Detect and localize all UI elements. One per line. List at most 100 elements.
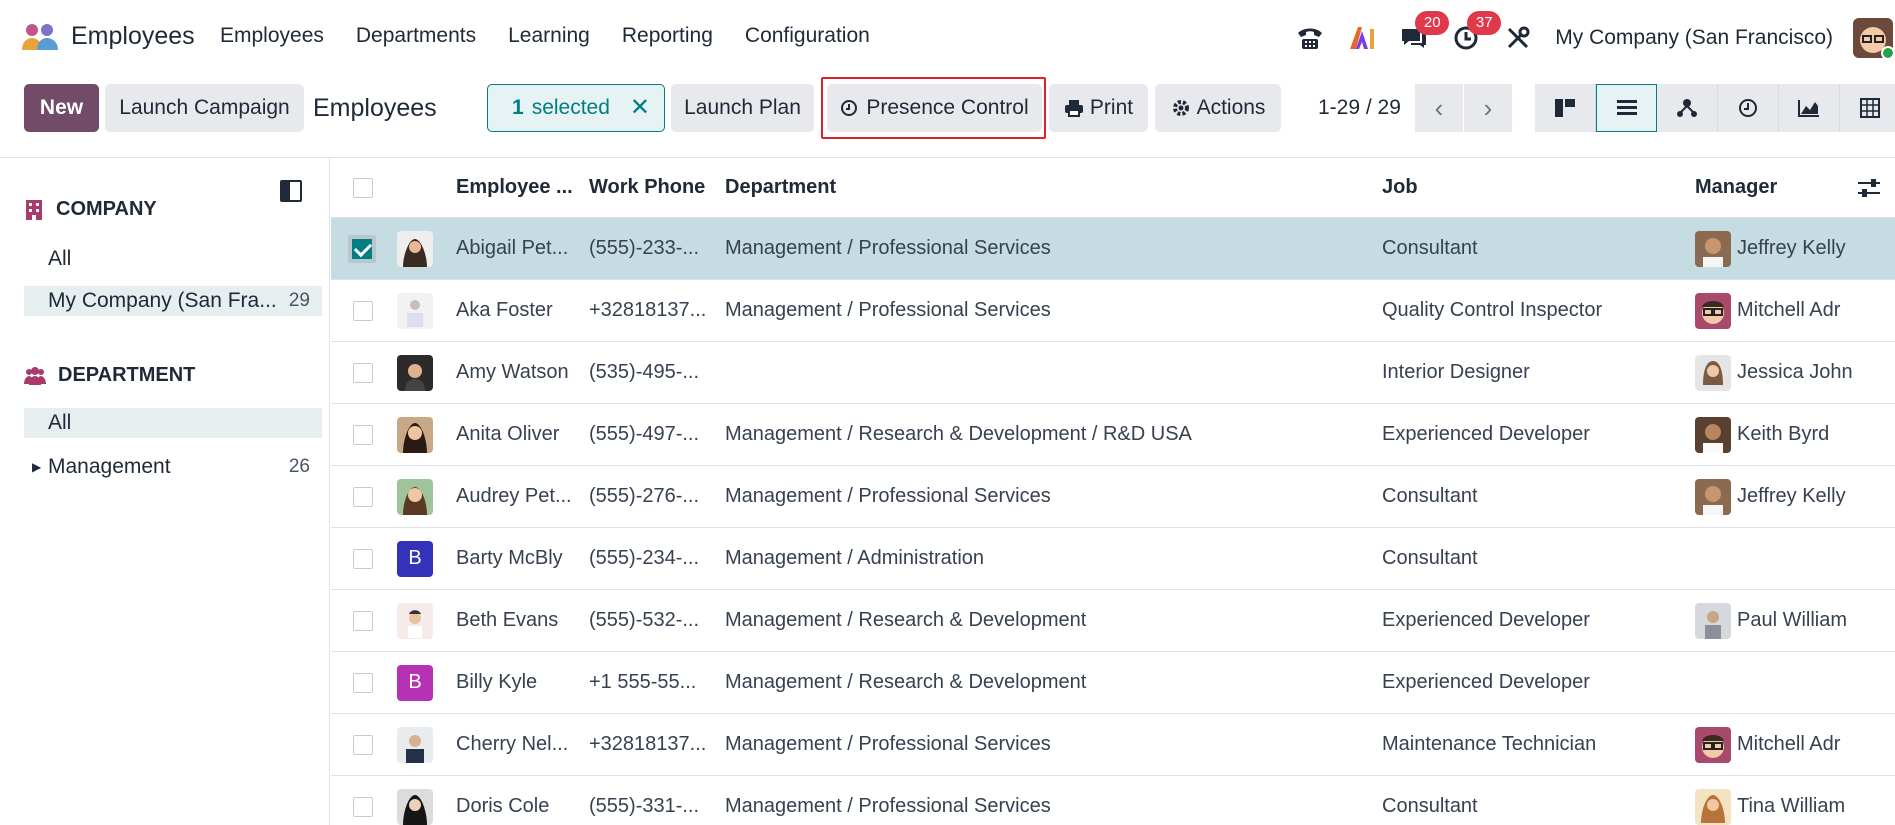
- employee-avatar: [397, 230, 433, 267]
- employee-initial-avatar: B: [397, 664, 433, 701]
- manager-avatar: [1695, 292, 1731, 329]
- systray: 20 37 My Company (San Francisco): [1295, 0, 1895, 76]
- launch-plan-button[interactable]: Launch Plan: [671, 84, 814, 132]
- breadcrumb: Employees: [313, 94, 437, 122]
- phone-icon[interactable]: [1295, 23, 1325, 53]
- actions-label: Actions: [1196, 96, 1266, 119]
- manager-avatar: [1695, 354, 1731, 391]
- manager-avatar: [1695, 230, 1731, 267]
- menu-learning[interactable]: Learning: [508, 24, 590, 48]
- menu-reporting[interactable]: Reporting: [622, 24, 713, 48]
- row-checkbox[interactable]: [353, 610, 373, 631]
- optional-columns-sliders-icon[interactable]: [1857, 178, 1881, 198]
- menu-configuration[interactable]: Configuration: [745, 24, 870, 48]
- print-label: Print: [1089, 96, 1134, 119]
- tools-icon[interactable]: [1503, 23, 1533, 53]
- control-panel: New Launch Campaign Employees 1 selected…: [0, 76, 1895, 158]
- table-row[interactable]: Cherry Nel... +32818137... Management / …: [331, 714, 1895, 776]
- sidebar-item-my-company[interactable]: My Company (San Fra... 29: [24, 286, 322, 316]
- manager-avatar: [1695, 602, 1731, 639]
- hierarchy-view-icon[interactable]: [1657, 84, 1718, 132]
- employee-avatar: [397, 416, 433, 453]
- manager-avatar: [1695, 416, 1731, 453]
- new-button[interactable]: New: [24, 84, 99, 132]
- sidebar-item-management[interactable]: ▶ Management 26: [24, 452, 322, 482]
- sidebar-item-company-all[interactable]: All: [24, 244, 322, 274]
- online-status-dot: [1881, 46, 1893, 58]
- manager-avatar: [1695, 726, 1731, 763]
- list-view-icon[interactable]: [1596, 84, 1657, 132]
- employee-avatar: [397, 788, 433, 825]
- employee-avatar: [397, 478, 433, 515]
- manager-avatar: [1695, 788, 1731, 825]
- users-icon: [24, 366, 46, 385]
- column-header-job[interactable]: Job: [1382, 176, 1672, 199]
- highlight-frame: [821, 77, 1046, 139]
- table-row[interactable]: Amy Watson (535)-495-... Interior Design…: [331, 342, 1895, 404]
- department-heading: DEPARTMENT: [24, 364, 195, 387]
- table-row[interactable]: Audrey Pet... (555)-276-... Management /…: [331, 466, 1895, 528]
- employee-avatar: [397, 602, 433, 639]
- employee-avatar: [397, 354, 433, 391]
- row-checkbox[interactable]: [353, 424, 373, 445]
- sidebar-toggle-icon[interactable]: [280, 180, 302, 202]
- table-row[interactable]: Beth Evans (555)-532-... Management / Re…: [331, 590, 1895, 652]
- company-switcher[interactable]: My Company (San Francisco): [1555, 26, 1833, 50]
- print-button[interactable]: Print: [1049, 84, 1148, 132]
- graph-view-icon[interactable]: [1779, 84, 1840, 132]
- company-heading: COMPANY: [24, 198, 157, 221]
- column-header-work-phone[interactable]: Work Phone: [589, 176, 709, 199]
- menu-departments[interactable]: Departments: [356, 24, 476, 48]
- app-name[interactable]: Employees: [71, 22, 195, 51]
- table-row[interactable]: B Barty McBly (555)-234-... Management /…: [331, 528, 1895, 590]
- row-checkbox[interactable]: [353, 672, 373, 693]
- manager-avatar: [1695, 478, 1731, 515]
- menu-employees[interactable]: Employees: [220, 24, 324, 48]
- pager-value[interactable]: 1-29 / 29: [1318, 96, 1401, 120]
- building-icon: [26, 199, 42, 220]
- row-checkbox[interactable]: [353, 362, 373, 383]
- caret-right-icon[interactable]: ▶: [32, 460, 41, 474]
- employees-app-icon[interactable]: [20, 22, 60, 52]
- column-header-department[interactable]: Department: [725, 176, 1365, 199]
- unselect-close-icon[interactable]: ✕: [630, 93, 650, 122]
- messages-icon[interactable]: 20: [1399, 11, 1450, 53]
- print-icon: [1064, 100, 1083, 117]
- main-menu: Employees Departments Learning Reporting…: [220, 24, 902, 48]
- table-row[interactable]: Anita Oliver (555)-497-... Management / …: [331, 404, 1895, 466]
- activity-view-clock-icon[interactable]: [1718, 84, 1779, 132]
- user-avatar[interactable]: [1853, 18, 1893, 58]
- row-checkbox[interactable]: [353, 300, 373, 321]
- launch-campaign-button[interactable]: Launch Campaign: [105, 84, 304, 132]
- activities-clock-icon[interactable]: 37: [1451, 11, 1502, 53]
- employee-avatar: [397, 292, 433, 329]
- select-all-checkbox[interactable]: [353, 177, 373, 198]
- pager-previous-chevron-icon[interactable]: ‹: [1415, 84, 1463, 132]
- messages-badge: 20: [1415, 11, 1450, 35]
- employee-initial-avatar: B: [397, 540, 433, 577]
- row-checkbox[interactable]: [348, 234, 376, 263]
- ai-icon[interactable]: [1347, 23, 1377, 53]
- selected-count: 1: [512, 96, 524, 119]
- top-navbar: Employees Employees Departments Learning…: [0, 0, 1895, 76]
- pivot-view-icon[interactable]: [1840, 84, 1895, 132]
- row-checkbox[interactable]: [353, 734, 373, 755]
- row-checkbox[interactable]: [353, 486, 373, 507]
- gear-icon: [1172, 100, 1189, 116]
- table-row[interactable]: Abigail Pet... (555)-233-... Management …: [331, 218, 1895, 280]
- actions-button[interactable]: Actions: [1155, 84, 1281, 132]
- table-row[interactable]: Aka Foster +32818137... Management / Pro…: [331, 280, 1895, 342]
- row-checkbox[interactable]: [353, 796, 373, 817]
- table-row[interactable]: B Billy Kyle +1 555-55... Management / R…: [331, 652, 1895, 714]
- kanban-view-icon[interactable]: [1535, 84, 1596, 132]
- activities-badge: 37: [1467, 11, 1502, 35]
- employee-avatar: [397, 726, 433, 763]
- employees-list: Employee ... Work Phone Department Job M…: [331, 158, 1895, 825]
- sidebar-item-department-all[interactable]: All: [24, 408, 322, 438]
- selection-indicator: 1 selected ✕: [487, 84, 665, 132]
- row-checkbox[interactable]: [353, 548, 373, 569]
- column-header-employee[interactable]: Employee ...: [456, 176, 576, 199]
- pager-next-chevron-icon[interactable]: ›: [1464, 84, 1512, 132]
- table-row[interactable]: Doris Cole (555)-331-... Management / Pr…: [331, 776, 1895, 825]
- search-panel-sidebar: COMPANY All My Company (San Fra... 29 DE…: [0, 158, 330, 825]
